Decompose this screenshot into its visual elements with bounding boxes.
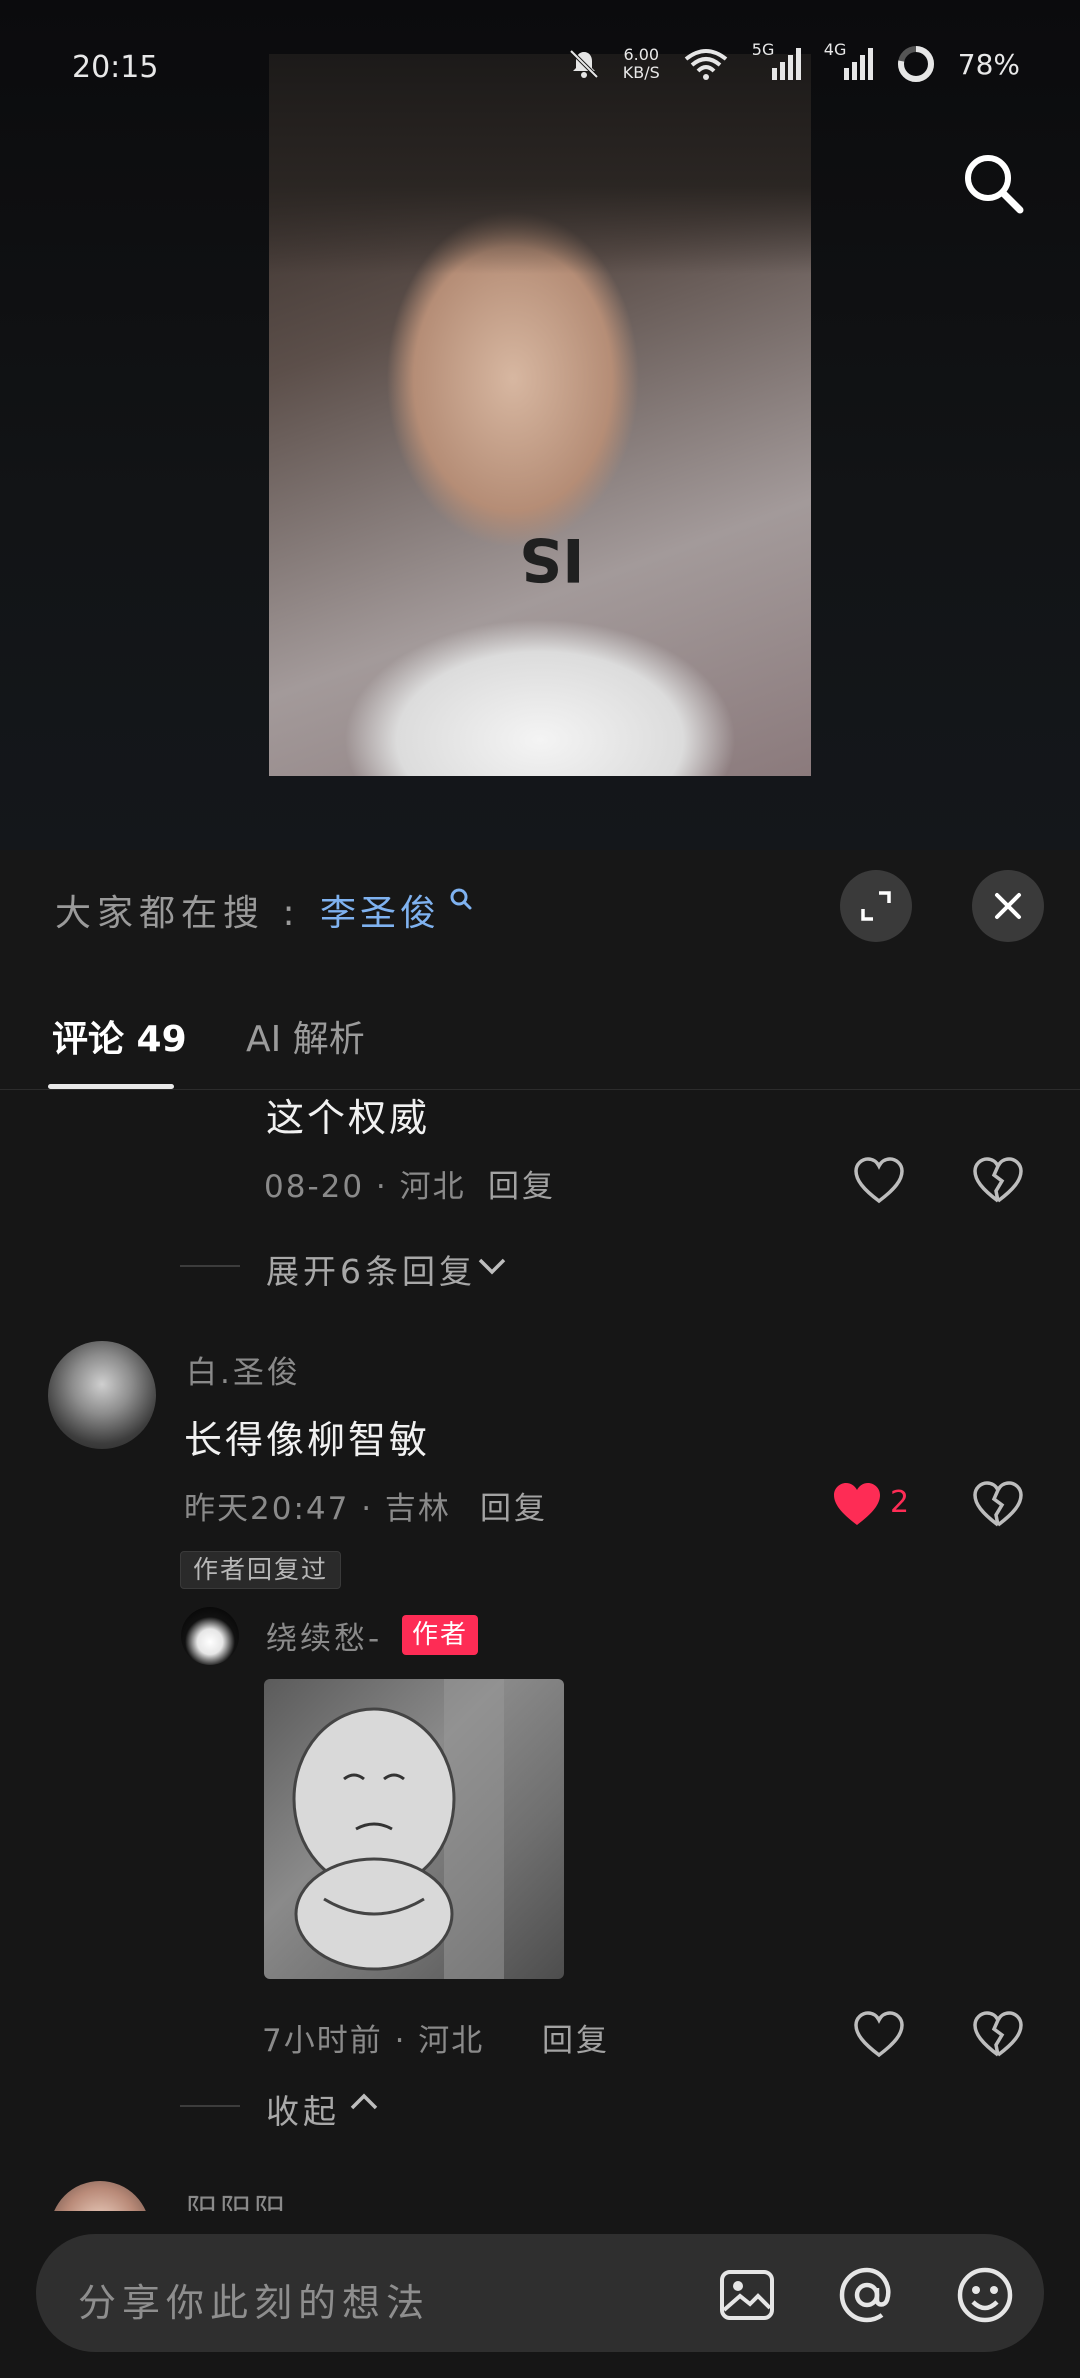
comment-input[interactable]: 分享你此刻的想法 (36, 2234, 1044, 2352)
emoji-icon[interactable] (954, 2264, 1016, 2326)
battery-level: 78% (957, 47, 1020, 81)
net-speed-value: 6.00 (623, 45, 660, 64)
close-button[interactable] (972, 870, 1044, 942)
heart-icon[interactable] (853, 2011, 905, 2059)
reply-button[interactable]: 回复 (480, 1483, 548, 1528)
active-tab-indicator (48, 1084, 174, 1089)
comment-text: 这个权威 (266, 1096, 431, 1140)
author-badge: 作者 (402, 1615, 479, 1655)
battery-ring-icon (897, 46, 934, 82)
mute-bell-icon (569, 49, 599, 79)
status-time: 20:15 (72, 50, 159, 85)
comment-username[interactable]: 阳阳阳 (186, 2185, 288, 2211)
signal-bars-icon (843, 48, 873, 80)
avatar[interactable] (50, 2181, 150, 2211)
comment-meta: 昨天20:47 · 吉林 (184, 1491, 451, 1527)
heart-icon[interactable] (831, 1481, 883, 1529)
signal-4g: 4G (824, 40, 874, 82)
expand-button[interactable] (840, 870, 912, 942)
photo-neck-tattoo: IS (519, 524, 585, 594)
search-icon[interactable] (958, 148, 1028, 218)
video-area[interactable]: IS 20:15 6.00 KB/S 5G 4G 78% (0, 0, 1080, 850)
comment-username[interactable]: 白.圣俊 (186, 1347, 301, 1392)
reply-meta: 7小时前 · 河北 (262, 2023, 485, 2059)
expand-icon (861, 891, 891, 921)
like-count: 2 (890, 1485, 910, 1520)
reply-button[interactable]: 回复 (542, 2015, 610, 2060)
avatar[interactable] (181, 1607, 239, 1665)
status-bar: 20:15 6.00 KB/S 5G 4G 78% (0, 0, 1080, 140)
tab-comments[interactable]: 评论 49 (52, 1010, 187, 1062)
close-icon (995, 893, 1021, 919)
broken-heart-icon[interactable] (972, 2011, 1024, 2059)
collapse-divider (180, 2105, 240, 2107)
author-replied-badge: 作者回复过 (180, 1551, 342, 1589)
net-speed: 6.00 KB/S (623, 46, 660, 82)
sticker-figure (292, 1679, 504, 1979)
signal-bars-icon (771, 48, 801, 80)
net-speed-unit: KB/S (622, 63, 660, 82)
status-icons: 6.00 KB/S 5G 4G 78% (567, 40, 1020, 84)
at-icon[interactable] (836, 2264, 898, 2326)
chevron-down-icon[interactable] (476, 1255, 508, 1277)
expand-divider (180, 1265, 240, 1267)
comment-input-bar: 分享你此刻的想法 (0, 2211, 1080, 2378)
collapse-replies-button[interactable]: 收起 (266, 2085, 340, 2133)
wifi-icon (684, 49, 728, 80)
sticker-image[interactable] (264, 1679, 564, 1979)
reply-button[interactable]: 回复 (488, 1161, 556, 1206)
search-icon[interactable] (448, 886, 474, 912)
comment-text: 长得像柳智敏 (184, 1418, 431, 1462)
video-photo[interactable]: IS (269, 54, 811, 776)
trending-label: 大家都在搜 : (55, 893, 301, 934)
chevron-up-icon[interactable] (348, 2091, 380, 2113)
trending-term-link[interactable]: 李圣俊 (320, 884, 440, 936)
comment-list[interactable]: 这个权威 08-20 · 河北 回复 展开6条回复 白.圣俊 长得像柳智敏 昨天… (0, 1091, 1080, 2211)
signal-5g: 5G (752, 40, 802, 82)
reply-username[interactable]: 绕续愁- (266, 1613, 382, 1658)
tab-ai-analysis[interactable]: AI 解析 (246, 1010, 365, 1062)
broken-heart-icon[interactable] (972, 1481, 1024, 1529)
trending-search-bar: 大家都在搜 : 李圣俊 (0, 850, 1080, 960)
comment-meta: 08-20 · 河北 (264, 1169, 466, 1205)
image-icon[interactable] (716, 2264, 778, 2326)
avatar[interactable] (48, 1341, 156, 1449)
heart-icon[interactable] (853, 1157, 905, 1205)
input-placeholder: 分享你此刻的想法 (78, 2281, 431, 2325)
comment-tabs: 评论 49 AI 解析 (0, 960, 1080, 1090)
expand-replies-button[interactable]: 展开6条回复 (266, 1245, 476, 1293)
broken-heart-icon[interactable] (972, 1157, 1024, 1205)
